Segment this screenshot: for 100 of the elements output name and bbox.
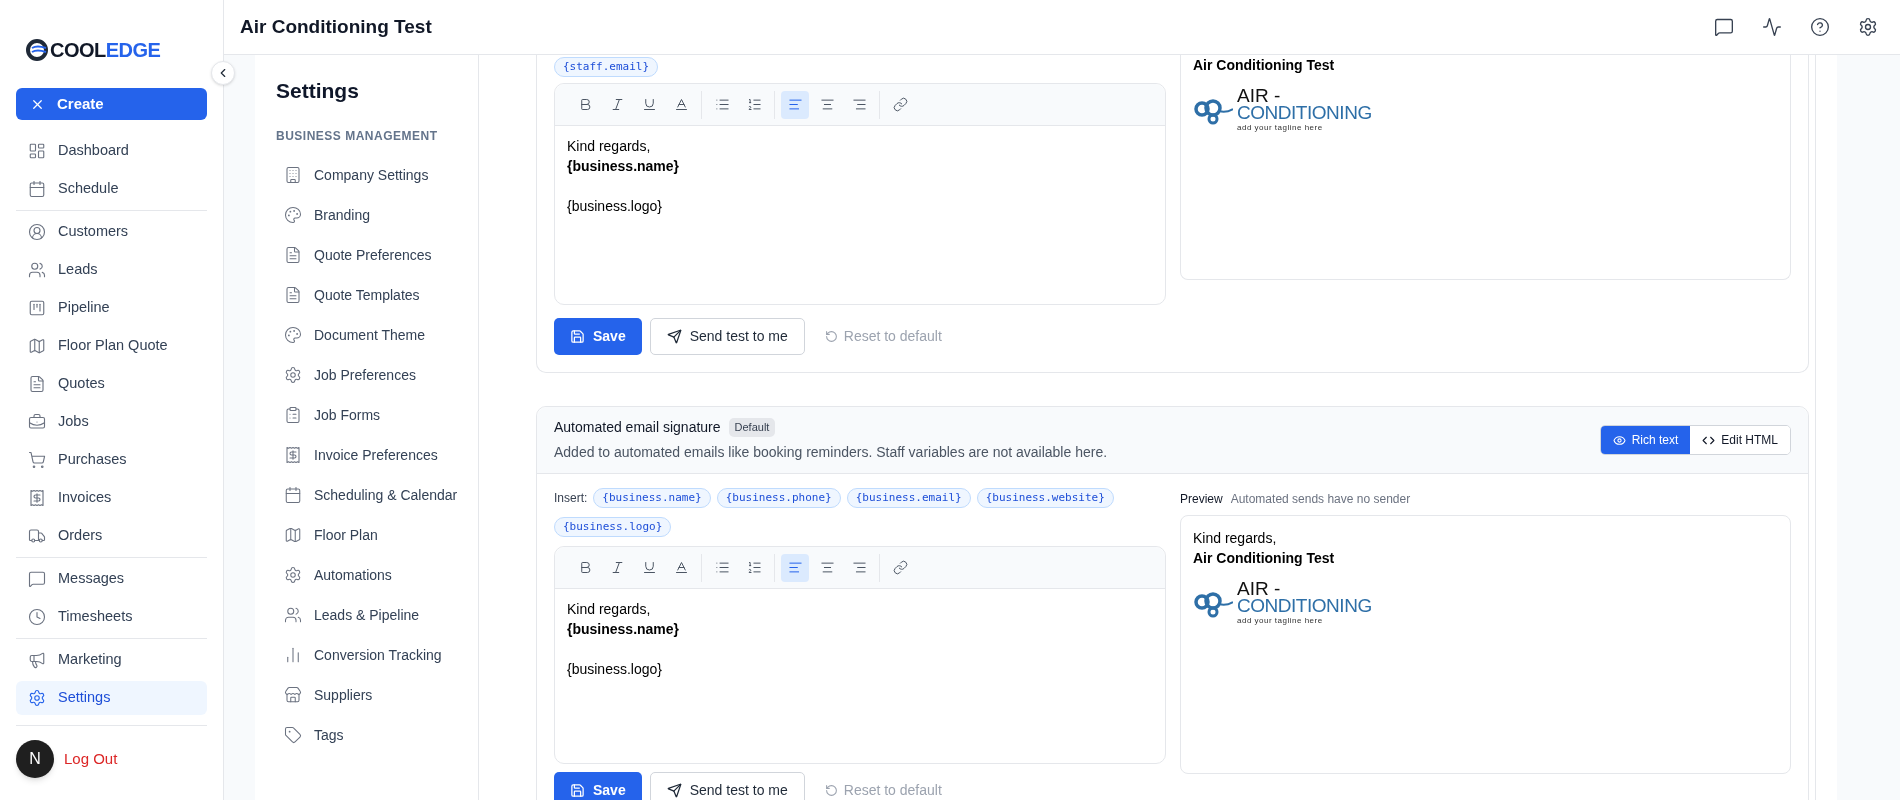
rich-text-editor[interactable]: Kind regards, {business.name} {business.logo} bbox=[554, 546, 1166, 764]
settings-nav-item[interactable]: Job Preferences bbox=[276, 354, 470, 395]
save-button[interactable]: Save bbox=[554, 772, 642, 800]
card-description: Added to automated emails like booking reminders. Staff variables are not available here. bbox=[554, 443, 1108, 462]
nav-item[interactable]: Schedule bbox=[16, 172, 207, 206]
page-title: Air Conditioning Test bbox=[240, 14, 432, 39]
bar-chart-icon bbox=[284, 645, 302, 664]
variable-chip[interactable]: {business.website} bbox=[976, 488, 1114, 508]
settings-nav-item[interactable]: Company Settings bbox=[276, 154, 470, 195]
nav-item[interactable]: Purchases bbox=[16, 443, 207, 477]
document-icon bbox=[28, 375, 46, 393]
align-left-icon bbox=[787, 97, 803, 112]
nav-item[interactable]: Pipeline bbox=[16, 291, 207, 325]
chat-icon[interactable] bbox=[1714, 17, 1734, 37]
save-icon bbox=[570, 783, 585, 798]
receipt-icon bbox=[284, 445, 302, 464]
nav-item[interactable]: Floor Plan Quote bbox=[16, 329, 207, 363]
create-button[interactable]: Create bbox=[16, 88, 207, 120]
briefcase-icon bbox=[28, 413, 46, 431]
map-icon bbox=[28, 337, 46, 355]
text-color-icon bbox=[673, 97, 689, 112]
store-icon bbox=[284, 685, 302, 704]
align-center-icon bbox=[819, 97, 835, 112]
rich-text-editor[interactable]: Kind regards, {business.name} {business.logo} bbox=[554, 83, 1166, 305]
logo-text: AIR - bbox=[1237, 580, 1282, 597]
nav-item[interactable]: Quotes bbox=[16, 367, 207, 401]
send-test-button[interactable]: Send test to me bbox=[649, 772, 805, 800]
clock-icon bbox=[28, 608, 46, 626]
cooledge-logo-icon bbox=[26, 39, 48, 61]
preview-line: Air Conditioning Test bbox=[1193, 56, 1336, 75]
activity-icon[interactable] bbox=[1762, 17, 1782, 37]
settings-nav-item[interactable]: Quote Templates bbox=[276, 274, 470, 315]
clipboard-icon bbox=[284, 405, 302, 424]
numbered-list-icon bbox=[746, 97, 762, 112]
align-left-button[interactable] bbox=[781, 553, 809, 582]
save-button[interactable]: Save bbox=[554, 318, 642, 355]
users-icon bbox=[28, 261, 46, 279]
card-title: Automated email signature bbox=[554, 418, 721, 437]
underline-icon bbox=[641, 97, 657, 112]
logo-tagline: add your tagline here bbox=[1237, 617, 1324, 625]
settings-nav-item[interactable]: Conversion Tracking bbox=[276, 634, 470, 675]
nav-item[interactable]: Jobs bbox=[16, 405, 207, 439]
chat-icon bbox=[28, 570, 46, 588]
calendar-icon bbox=[284, 485, 302, 504]
settings-nav-item[interactable]: Scheduling & Calendar bbox=[276, 474, 470, 515]
editor-line: Kind regards, bbox=[567, 137, 652, 156]
settings-nav-item[interactable]: Leads & Pipeline bbox=[276, 594, 470, 635]
collapse-button[interactable] bbox=[211, 61, 235, 85]
text-color-icon bbox=[673, 560, 689, 575]
mode-tab[interactable]: Rich text bbox=[1600, 426, 1691, 454]
reset-icon bbox=[824, 784, 838, 797]
document-icon bbox=[284, 245, 302, 264]
settings-icon[interactable] bbox=[1858, 17, 1878, 37]
nav-item[interactable]: Messages bbox=[16, 562, 207, 596]
variable-chip[interactable]: {business.logo} bbox=[554, 517, 672, 537]
link-icon bbox=[892, 97, 908, 112]
bullet-list-icon bbox=[714, 97, 730, 112]
cart-icon bbox=[28, 451, 46, 469]
megaphone-icon bbox=[28, 651, 46, 669]
send-test-button[interactable]: Send test to me bbox=[649, 318, 805, 355]
palette-icon bbox=[284, 205, 302, 224]
eye-icon bbox=[1612, 433, 1626, 447]
palette-icon bbox=[284, 325, 302, 344]
tag-icon bbox=[284, 725, 302, 744]
settings-nav-item[interactable]: Job Forms bbox=[276, 394, 470, 435]
nav-item[interactable]: Settings bbox=[16, 681, 207, 715]
nav-item[interactable]: Marketing bbox=[16, 643, 207, 677]
receipt-icon bbox=[28, 489, 46, 507]
align-left-button[interactable] bbox=[781, 90, 809, 119]
variable-chip[interactable]: {business.email} bbox=[846, 488, 971, 508]
reset-icon bbox=[824, 330, 838, 343]
align-left-icon bbox=[787, 560, 803, 575]
settings-nav-item[interactable]: Invoice Preferences bbox=[276, 434, 470, 475]
settings-nav-item[interactable]: Automations bbox=[276, 554, 470, 595]
section-label: BUSINESS MANAGEMENT bbox=[276, 127, 439, 145]
nav-item[interactable]: Invoices bbox=[16, 481, 207, 515]
logout-button[interactable]: Log Out bbox=[64, 747, 118, 771]
settings-icon bbox=[28, 689, 46, 707]
nav-item[interactable]: Timesheets bbox=[16, 600, 207, 634]
settings-nav-item[interactable]: Suppliers bbox=[276, 674, 470, 715]
truck-icon bbox=[28, 527, 46, 545]
variable-chip[interactable]: {business.phone} bbox=[716, 488, 841, 508]
variable-chip[interactable]: {staff.email} bbox=[554, 57, 659, 77]
nav-item[interactable]: Dashboard bbox=[16, 134, 207, 168]
nav-item[interactable]: Leads bbox=[16, 253, 207, 287]
settings-nav-item[interactable]: Branding bbox=[276, 194, 470, 235]
settings-nav-item[interactable]: Floor Plan bbox=[276, 514, 470, 555]
nav-item[interactable]: Orders bbox=[16, 519, 207, 553]
help-icon[interactable] bbox=[1810, 17, 1830, 37]
variable-chip[interactable]: {business.name} bbox=[593, 488, 711, 508]
send-icon bbox=[666, 329, 682, 344]
link-icon bbox=[892, 560, 908, 575]
settings-nav-item[interactable]: Tags bbox=[276, 714, 470, 755]
settings-nav-item[interactable]: Document Theme bbox=[276, 314, 470, 355]
nav-item[interactable]: Customers bbox=[16, 215, 207, 249]
logo-text: CONDITIONING bbox=[1237, 597, 1372, 615]
user-avatar[interactable]: N bbox=[16, 740, 54, 778]
send-icon bbox=[666, 783, 682, 798]
settings-nav-item[interactable]: Quote Preferences bbox=[276, 234, 470, 275]
editor-line: Kind regards, bbox=[567, 600, 652, 619]
